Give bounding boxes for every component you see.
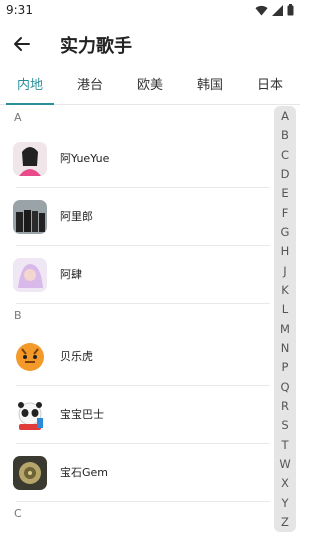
alphabet-index-letter[interactable]: C — [281, 147, 289, 163]
artist-name: 宝石Gem — [60, 466, 109, 479]
alphabet-index-letter[interactable]: Q — [280, 379, 289, 395]
tab-western[interactable]: 欧美 — [120, 70, 180, 104]
status-icons — [255, 4, 294, 16]
artist-name: 宝宝巴士 — [60, 408, 104, 421]
alphabet-index-letter[interactable]: A — [281, 108, 289, 124]
tab-mainland[interactable]: 内地 — [0, 70, 60, 105]
artist-row[interactable]: 贝乐虎 — [0, 328, 300, 386]
alphabet-index-letter[interactable]: L — [282, 301, 288, 317]
wifi-icon — [255, 5, 268, 16]
alphabet-index-letter[interactable]: Z — [281, 514, 289, 530]
section-header-c: C — [14, 507, 22, 520]
alphabet-index-letter[interactable]: J — [283, 263, 286, 279]
artist-name: 阿肆 — [60, 268, 82, 281]
page-title: 实力歌手 — [60, 36, 132, 57]
status-time: 9:31 — [6, 3, 33, 17]
artist-row[interactable]: 宝宝巴士 — [0, 386, 300, 444]
section-header-b: B — [14, 309, 22, 322]
artist-name: 贝乐虎 — [60, 350, 93, 363]
alphabet-index-letter[interactable]: G — [281, 224, 290, 240]
artist-avatar — [13, 456, 47, 490]
artist-avatar — [13, 340, 47, 374]
alphabet-index-letter[interactable]: S — [281, 417, 288, 433]
artist-row[interactable]: 阿肆 — [0, 246, 300, 304]
alphabet-index-letter[interactable]: N — [281, 340, 290, 356]
region-tabs: 内地 港台 欧美 韩国 日本 — [0, 70, 300, 105]
tab-japan[interactable]: 日本 — [240, 70, 300, 104]
alphabet-index-letter[interactable]: F — [282, 205, 289, 221]
row-divider — [16, 501, 270, 502]
alphabet-index[interactable]: ABCDEFGHJKLMNPQRSTWXYZ — [274, 106, 296, 532]
alphabet-index-letter[interactable]: B — [281, 127, 289, 143]
artist-row[interactable]: 宝石Gem — [0, 444, 300, 502]
back-arrow-icon — [14, 37, 30, 51]
alphabet-index-letter[interactable]: E — [281, 185, 288, 201]
alphabet-index-letter[interactable]: K — [281, 282, 289, 298]
tab-korea[interactable]: 韩国 — [180, 70, 240, 104]
artist-name: 阿里郎 — [60, 210, 93, 223]
alphabet-index-letter[interactable]: H — [281, 243, 290, 259]
tab-hk-tw[interactable]: 港台 — [60, 70, 120, 104]
alphabet-index-letter[interactable]: D — [281, 166, 290, 182]
alphabet-index-letter[interactable]: T — [281, 437, 288, 453]
alphabet-index-letter[interactable]: W — [279, 456, 290, 472]
back-button[interactable] — [10, 32, 34, 56]
row-divider — [16, 303, 270, 304]
alphabet-index-letter[interactable]: R — [281, 398, 289, 414]
battery-icon — [287, 4, 294, 16]
artist-avatar — [13, 200, 47, 234]
section-header-a: A — [14, 111, 22, 124]
alphabet-index-letter[interactable]: M — [280, 321, 290, 337]
app-bar: 实力歌手 — [0, 22, 300, 66]
artist-avatar — [13, 258, 47, 292]
alphabet-index-letter[interactable]: X — [281, 475, 289, 491]
artist-row[interactable]: 阿YueYue — [0, 130, 300, 188]
artist-avatar — [13, 398, 47, 432]
signal-icon — [272, 4, 283, 16]
alphabet-index-letter[interactable]: P — [282, 359, 289, 375]
status-bar: 9:31 — [0, 0, 300, 22]
artist-name: 阿YueYue — [60, 152, 110, 165]
artist-avatar — [13, 142, 47, 176]
alphabet-index-letter[interactable]: Y — [281, 495, 288, 511]
artist-list: A 阿YueYue 阿里郎 阿肆 B 贝乐虎 宝宝巴士 宝石Gem C — [0, 106, 300, 526]
artist-row[interactable]: 阿里郎 — [0, 188, 300, 246]
